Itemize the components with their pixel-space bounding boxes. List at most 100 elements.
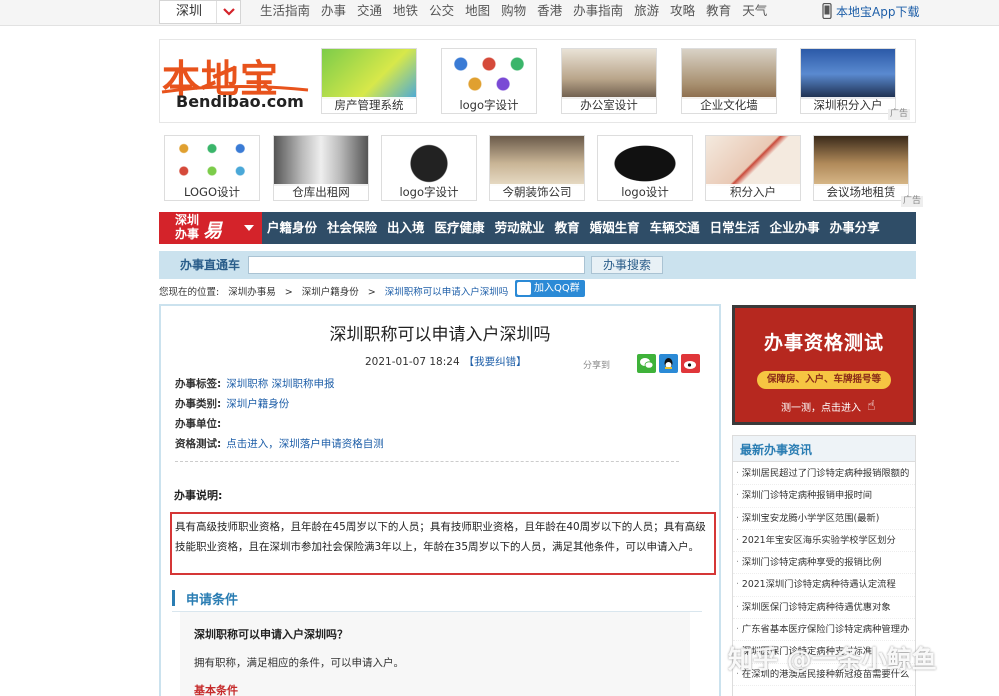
topnav-link[interactable]: 办事 xyxy=(321,0,346,22)
banner-pill: 保障房、入户、车牌摇号等 xyxy=(757,371,891,389)
nav-item[interactable]: 车辆交通 xyxy=(646,212,704,244)
nav-item[interactable]: 户籍身份 xyxy=(263,212,321,244)
logo-text-en: Bendibao.com xyxy=(176,92,304,111)
topnav-link[interactable]: 公交 xyxy=(429,0,454,22)
answer-text: 拥有职称，满足相应的条件，可以申请入户。 xyxy=(194,657,404,669)
search-bar: 办事直通车 办事搜索 xyxy=(159,251,916,279)
nav-item[interactable]: 婚姻生育 xyxy=(586,212,644,244)
wechat-share-icon[interactable] xyxy=(637,354,656,373)
topnav-link[interactable]: 地图 xyxy=(465,0,490,22)
nav-item[interactable]: 企业办事 xyxy=(766,212,824,244)
nav-item[interactable]: 医疗健康 xyxy=(431,212,489,244)
breadcrumb-current: 深圳职称可以申请入户深圳吗 xyxy=(384,287,509,298)
self-test-link[interactable]: 点击进入，深圳落户申请资格自测 xyxy=(226,438,384,450)
join-qq-button[interactable]: 加入QQ群 xyxy=(515,280,585,297)
chevron-down-icon[interactable] xyxy=(216,1,240,23)
topnav-link[interactable]: 办事指南 xyxy=(573,0,623,22)
qualification-test-banner[interactable]: 办事资格测试 保障房、入户、车牌摇号等 测一测，点击进入 ☝ xyxy=(732,305,916,425)
dropdown-triangle-icon[interactable] xyxy=(244,225,254,231)
search-label: 办事直通车 xyxy=(180,258,241,272)
nav-item[interactable]: 教育 xyxy=(551,212,584,244)
ad-tag: 广告 xyxy=(888,109,911,120)
news-item[interactable]: 2021深圳门诊特定病种待遇认定流程 xyxy=(733,574,915,597)
qq-share-icon[interactable] xyxy=(659,354,678,373)
ad-thumb[interactable]: 办公室设计 xyxy=(561,48,657,114)
article-title: 深圳职称可以申请入户深圳吗 xyxy=(329,325,551,345)
highlighted-description: 具有高级技师职业资格，且年龄在45周岁以下的人员；具有技师职业资格，且年龄在40… xyxy=(170,512,716,575)
news-item[interactable]: 广东省基本医疗保险门诊特定病种管理办 xyxy=(733,619,915,642)
meta-tags: 办事标签: 深圳职称 深圳职称申报 xyxy=(175,378,335,390)
news-item[interactable]: 深圳宝安龙腾小学学区范围(最新) xyxy=(733,508,915,530)
topnav-link[interactable]: 购物 xyxy=(501,0,526,22)
banner-title: 办事资格测试 xyxy=(763,332,884,354)
topnav-link[interactable]: 天气 xyxy=(742,0,767,22)
question-text: 深圳职称可以申请入户深圳吗？ xyxy=(194,628,348,641)
news-item[interactable]: 深圳居民超过了门诊特定病种报销限额的 xyxy=(733,463,915,486)
news-item[interactable]: 深圳医保门诊特定病种待遇优惠对象 xyxy=(733,597,915,620)
main-nav: 深圳 办事 易 户籍身份 社会保险 出入境 医疗健康 劳动就业 教育 婚姻生育 车辆交通 日常生… xyxy=(159,212,916,244)
report-error-link[interactable]: 【我要纠错】 xyxy=(464,356,527,368)
top-bar: 深圳 生活指南 办事 交通 地铁 公交 地图 购物 香港 办事指南 旅游 攻略 教育 天气 本地宝App… xyxy=(0,0,999,26)
article-date: 2021-01-07 18:24 【我要纠错】 xyxy=(365,356,527,368)
topnav-link[interactable]: 教育 xyxy=(706,0,731,22)
category-link[interactable]: 深圳户籍身份 xyxy=(226,398,289,410)
ad-thumb[interactable]: 深圳积分入户 xyxy=(800,48,896,114)
top-nav: 生活指南 办事 交通 地铁 公交 地图 购物 香港 办事指南 旅游 攻略 教育 天气 xyxy=(260,0,778,24)
ad-thumb[interactable]: 积分入户 xyxy=(705,135,801,201)
basic-conditions-heading: 基本条件 xyxy=(194,684,238,696)
news-item[interactable]: 深圳门诊特定病种享受的报销比例 xyxy=(733,552,915,575)
news-item[interactable]: 2021年宝安区海乐实验学校学区划分 xyxy=(733,530,915,553)
topnav-link[interactable]: 攻略 xyxy=(670,0,695,22)
app-download-link[interactable]: 本地宝App下载 xyxy=(822,2,919,21)
share-label: 分享到 xyxy=(583,361,611,371)
breadcrumb: 您现在的位置: 深圳办事易 > 深圳户籍身份 > 深圳职称可以申请入户深圳吗 xyxy=(159,286,514,300)
pointer-hand-icon: ☝ xyxy=(867,398,876,414)
tag-link[interactable]: 深圳职称 深圳职称申报 xyxy=(226,378,334,390)
nav-item[interactable]: 出入境 xyxy=(383,212,429,244)
heading-accent-bar xyxy=(172,590,175,606)
topnav-link[interactable]: 地铁 xyxy=(393,0,418,22)
divider xyxy=(175,461,679,462)
topnav-link[interactable]: 旅游 xyxy=(634,0,659,22)
breadcrumb-prefix: 您现在的位置: xyxy=(159,287,220,298)
ad-thumb[interactable]: 会议场地租赁 xyxy=(813,135,909,201)
city-selector[interactable]: 深圳 xyxy=(159,0,241,24)
ad-thumb[interactable]: 企业文化墙 xyxy=(681,48,777,114)
news-item[interactable]: 深圳门诊特定病种报销申报时间 xyxy=(733,485,915,508)
nav-item[interactable]: 办事分享 xyxy=(826,212,884,244)
meta-unit: 办事单位: xyxy=(175,418,222,430)
ad-thumb[interactable]: LOGO设计 xyxy=(164,135,260,201)
nav-item[interactable]: 日常生活 xyxy=(706,212,764,244)
news-header: 最新办事资讯 xyxy=(733,436,915,462)
ad-thumb[interactable]: 房产管理系统 xyxy=(321,48,417,114)
ad-thumb[interactable]: logo设计 xyxy=(597,135,693,201)
city-name: 深圳 xyxy=(175,4,202,19)
topnav-link[interactable]: 生活指南 xyxy=(260,0,310,22)
qq-group-icon xyxy=(517,282,531,295)
topnav-link[interactable]: 交通 xyxy=(357,0,382,22)
breadcrumb-link[interactable]: 深圳办事易 > xyxy=(228,287,293,298)
apply-conditions-heading: 申请条件 xyxy=(172,584,702,612)
ad-tag: 广告 xyxy=(901,196,924,207)
meta-test: 资格测试: 点击进入，深圳落户申请资格自测 xyxy=(175,438,384,450)
breadcrumb-link[interactable]: 深圳户籍身份 > xyxy=(302,287,376,298)
nav-item[interactable]: 劳动就业 xyxy=(491,212,549,244)
ad-thumb[interactable]: 仓库出租网 xyxy=(273,135,369,201)
qa-box: 深圳职称可以申请入户深圳吗？ 拥有职称，满足相应的条件，可以申请入户。 基本条件 xyxy=(180,612,690,696)
search-input[interactable] xyxy=(248,256,585,274)
site-logo[interactable]: 本地宝 Bendibao.com xyxy=(160,48,310,114)
section-title: 办事说明: xyxy=(174,489,223,502)
nav-item[interactable]: 社会保险 xyxy=(323,212,381,244)
ad-thumb[interactable]: 今朝装饰公司 xyxy=(489,135,585,201)
category-nav: 户籍身份 社会保险 出入境 医疗健康 劳动就业 教育 婚姻生育 车辆交通 日常生活 企业办事 办事分… xyxy=(263,212,886,244)
zhihu-watermark: 知乎 @一条小鲸鱼 xyxy=(728,645,937,674)
topnav-link[interactable]: 香港 xyxy=(537,0,562,22)
meta-category: 办事类别: 深圳户籍身份 xyxy=(175,398,290,410)
article: 深圳职称可以申请入户深圳吗 2021-01-07 18:24 【我要纠错】 分享到… xyxy=(159,304,721,696)
search-button[interactable]: 办事搜索 xyxy=(591,256,663,274)
ad-thumb[interactable]: logo字设计 xyxy=(441,48,537,114)
weibo-share-icon[interactable] xyxy=(681,354,700,373)
ad-thumb[interactable]: logo字设计 xyxy=(381,135,477,201)
banshiyi-logo[interactable]: 深圳 办事 易 xyxy=(159,212,262,244)
banner-cta: 测一测，点击进入 xyxy=(781,403,861,414)
